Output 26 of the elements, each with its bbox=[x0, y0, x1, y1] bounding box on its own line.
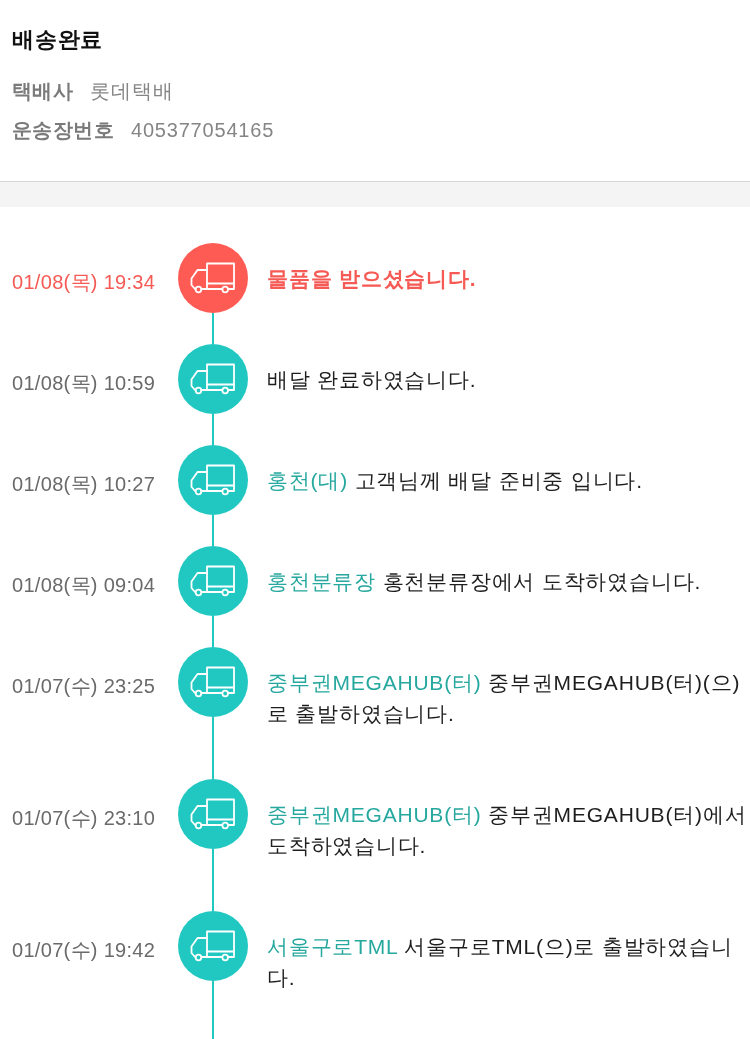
timeline-connector bbox=[212, 515, 214, 546]
event-datetime: 01/08(목) 19:34 bbox=[11, 270, 157, 295]
event-datetime: 01/08(목) 10:27 bbox=[11, 472, 157, 497]
timeline-connector bbox=[212, 981, 214, 1039]
timeline-connector bbox=[212, 717, 214, 779]
info-value: 롯데택배 bbox=[90, 79, 174, 104]
status-message: 서울구로TML 서울구로TML(으)로 출발하였습니다. bbox=[266, 933, 734, 991]
status-message: 홍천분류장 홍천분류장에서 도착하였습니다. bbox=[266, 568, 703, 595]
status-message: 배달 완료하였습니다. bbox=[266, 366, 478, 393]
timeline-connector bbox=[212, 616, 214, 647]
event-datetime: 01/07(수) 23:25 bbox=[11, 674, 157, 699]
status-message: 홍천(대) 고객님께 배달 준비중 입니다. bbox=[266, 467, 644, 494]
timeline-connector bbox=[212, 849, 214, 911]
info-label: 택배사 bbox=[12, 79, 74, 104]
event-datetime: 01/07(수) 23:10 bbox=[11, 806, 157, 831]
page-title: 배송완료 bbox=[12, 26, 105, 54]
status-message: 중부권MEGAHUB(터) 중부권MEGAHUB(터)(으)로 출발하였습니다. bbox=[266, 669, 742, 727]
event-datetime: 01/08(목) 09:04 bbox=[11, 573, 157, 598]
status-message: 중부권MEGAHUB(터) 중부권MEGAHUB(터)에서 도착하였습니다. bbox=[266, 801, 748, 859]
status-message: 물품을 받으셨습니다. bbox=[266, 265, 478, 292]
event-datetime: 01/07(수) 19:42 bbox=[11, 938, 157, 963]
event-datetime: 01/08(목) 10:59 bbox=[11, 371, 157, 396]
info-label: 운송장번호 bbox=[12, 118, 114, 143]
timeline-connector bbox=[212, 313, 214, 344]
timeline-connector bbox=[212, 414, 214, 445]
info-value: 405377054165 bbox=[131, 118, 275, 143]
